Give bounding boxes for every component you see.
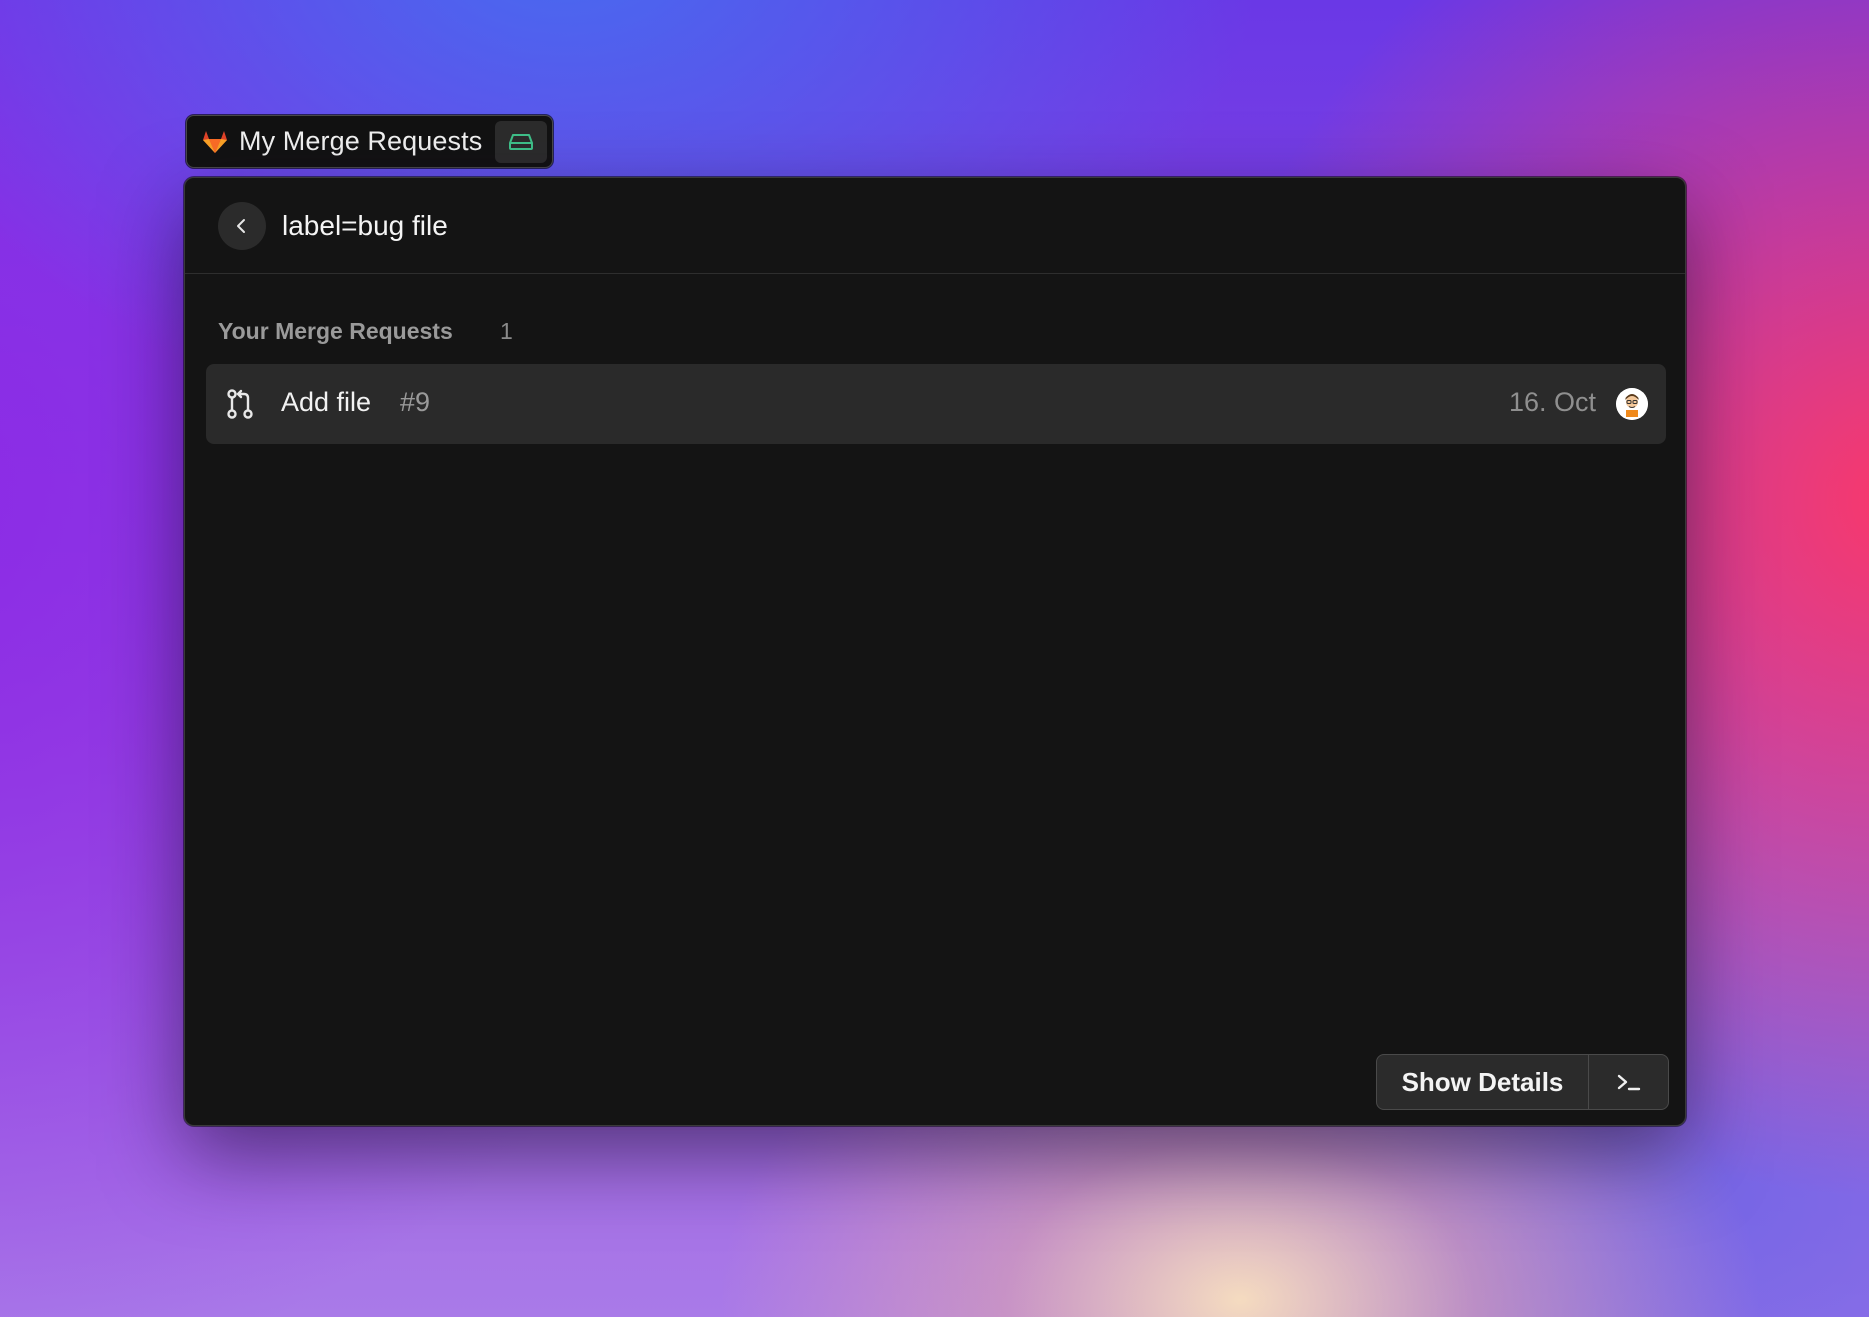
merge-request-icon <box>227 389 253 419</box>
command-title-tab: My Merge Requests <box>186 115 553 168</box>
item-title: Add file <box>281 387 372 417</box>
item-date: 16. Oct <box>1508 387 1596 417</box>
search-input[interactable] <box>282 200 1282 252</box>
section-title: Your Merge Requests <box>218 318 453 344</box>
search-bar <box>185 178 1685 274</box>
user-avatar <box>1616 388 1648 420</box>
terminal-prompt-icon <box>1617 1074 1640 1091</box>
command-title: My Merge Requests <box>239 126 483 156</box>
list-item[interactable]: Add file #9 16. Oct <box>206 364 1666 444</box>
action-bar: Show Details <box>1376 1054 1669 1110</box>
section-count: 1 <box>500 318 513 344</box>
gitlab-fox-icon <box>201 128 229 156</box>
launcher-window: Your Merge Requests 1 Add file #9 16. Oc… <box>184 177 1686 1126</box>
item-subtitle: #9 <box>400 387 431 417</box>
extension-badge[interactable] <box>495 121 547 163</box>
disk-icon <box>509 134 533 150</box>
back-button[interactable] <box>218 202 266 250</box>
actions-menu-button[interactable] <box>1589 1055 1668 1109</box>
show-details-button[interactable]: Show Details <box>1377 1055 1589 1109</box>
chevron-left-icon <box>237 219 245 233</box>
